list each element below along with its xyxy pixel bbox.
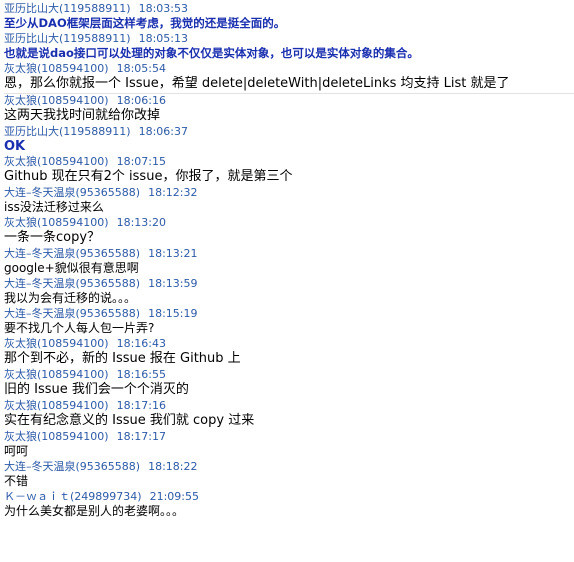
sender-name: 大连–冬天温泉(95365588)	[4, 460, 141, 473]
chat-message: 灰太狼(108594100) 18:16:55 旧的 Issue 我们会一个个消灭…	[0, 368, 574, 399]
sender-name: 灰太狼(108594100)	[4, 430, 109, 443]
message-header: 灰太狼(108594100) 18:16:55	[4, 368, 574, 381]
chat-message: 大连–冬天温泉(95365588) 18:12:32 iss没法迁移过来么	[0, 186, 574, 216]
message-header: 亚历比山大(119588911) 18:05:13	[4, 32, 574, 45]
chat-message: 亚历比山大(119588911) 18:03:53 至少从DAO框架层面这样考虑，…	[0, 2, 574, 32]
message-time: 18:13:59	[148, 277, 198, 290]
message-header: 灰太狼(108594100) 18:16:43	[4, 337, 574, 350]
message-text: 那个到不必，新的 Issue 报在 Github 上	[4, 351, 241, 366]
chat-message: 灰太狼(108594100) 18:16:43 那个到不必，新的 Issue 报在…	[0, 337, 574, 368]
message-header: 大连–冬天温泉(95365588) 18:12:32	[4, 186, 574, 199]
sender-name: 亚历比山大(119588911)	[4, 32, 131, 45]
sender-name: 大连–冬天温泉(95365588)	[4, 186, 141, 199]
message-time: 18:06:37	[138, 125, 188, 138]
message-header: 灰太狼(108594100) 18:13:20	[4, 216, 574, 229]
message-header: 灰太狼(108594100) 18:17:16	[4, 399, 574, 412]
chat-message: 大连–冬天温泉(95365588) 18:15:19 要不找几个人每人包一片弄?	[0, 307, 574, 337]
message-text: 实在有纪念意义的 Issue 我们就 copy 过来	[4, 413, 255, 428]
sender-name: 亚历比山大(119588911)	[4, 2, 131, 15]
message-text: 至少从DAO框架层面这样考虑，我觉的还是挺全面的。	[4, 16, 286, 30]
message-time: 18:17:16	[116, 399, 166, 412]
message-time: 18:07:15	[116, 155, 166, 168]
message-text: 为什么美女都是别人的老婆啊。。。	[4, 504, 185, 518]
chat-message: Ｋ－ｗａｉｔ(249899734) 21:09:55 为什么美女都是别人的老婆啊。…	[0, 490, 574, 520]
message-text: 要不找几个人每人包一片弄?	[4, 321, 155, 335]
chat-message: 灰太狼(108594100) 18:17:17 呵呵	[0, 430, 574, 460]
message-text: 旧的 Issue 我们会一个个消灭的	[4, 382, 189, 397]
message-text: google+貌似很有意思啊	[4, 261, 139, 275]
message-text: OK	[4, 139, 26, 154]
message-text: Github 现在只有2个 issue，你报了，就是第三个	[4, 169, 293, 184]
chat-message: 亚历比山大(119588911) 18:06:37 OK	[0, 125, 574, 155]
message-time: 18:06:16	[116, 94, 166, 107]
chat-message: 大连–冬天温泉(95365588) 18:13:21 google+貌似很有意思啊	[0, 247, 574, 277]
message-time: 18:05:13	[138, 32, 188, 45]
message-time: 18:17:17	[116, 430, 166, 443]
chat-message: 灰太狼(108594100) 18:05:54 恩，那么你就报一个 Issue，希…	[0, 62, 574, 94]
chat-message: 灰太狼(108594100) 18:17:16 实在有纪念意义的 Issue 我们…	[0, 399, 574, 430]
message-time: 18:03:53	[138, 2, 188, 15]
message-header: 亚历比山大(119588911) 18:06:37	[4, 125, 574, 138]
message-text: 这两天我找时间就给你改掉	[4, 108, 161, 123]
chat-message: 大连–冬天温泉(95365588) 18:18:22 不错	[0, 460, 574, 490]
sender-name: Ｋ－ｗａｉｔ(249899734)	[4, 490, 142, 503]
sender-name: 灰太狼(108594100)	[4, 368, 109, 381]
message-text: 我以为会有迁移的说。。。	[4, 291, 137, 305]
message-text: 一条一条copy？	[4, 230, 101, 245]
message-header: 大连–冬天温泉(95365588) 18:13:59	[4, 277, 574, 290]
message-header: 大连–冬天温泉(95365588) 18:15:19	[4, 307, 574, 320]
message-header: 灰太狼(108594100) 18:05:54	[4, 62, 574, 75]
message-time: 18:13:21	[148, 247, 198, 260]
message-time: 18:16:43	[116, 337, 166, 350]
message-header: 灰太狼(108594100) 18:06:16	[4, 94, 574, 107]
message-header: 大连–冬天温泉(95365588) 18:18:22	[4, 460, 574, 473]
message-time: 18:15:19	[148, 307, 198, 320]
chat-message: 灰太狼(108594100) 18:06:16 这两天我找时间就给你改掉	[0, 94, 574, 125]
message-time: 18:12:32	[148, 186, 198, 199]
sender-name: 灰太狼(108594100)	[4, 62, 109, 75]
message-time: 18:05:54	[116, 62, 166, 75]
message-text: iss没法迁移过来么	[4, 200, 104, 214]
message-header: 亚历比山大(119588911) 18:03:53	[4, 2, 574, 15]
chat-message: 大连–冬天温泉(95365588) 18:13:59 我以为会有迁移的说。。。	[0, 277, 574, 307]
sender-name: 灰太狼(108594100)	[4, 399, 109, 412]
message-header: 灰太狼(108594100) 18:17:17	[4, 430, 574, 443]
sender-name: 灰太狼(108594100)	[4, 94, 109, 107]
message-text: 不错	[4, 474, 29, 488]
message-text: 呵呵	[4, 444, 29, 458]
chat-log: 亚历比山大(119588911) 18:03:53 至少从DAO框架层面这样考虑，…	[0, 0, 574, 562]
message-text: 恩，那么你就报一个 Issue，希望 delete|deleteWith|del…	[4, 75, 574, 94]
sender-name: 灰太狼(108594100)	[4, 337, 109, 350]
chat-message: 灰太狼(108594100) 18:13:20 一条一条copy？	[0, 216, 574, 247]
chat-message: 灰太狼(108594100) 18:07:15 Github 现在只有2个 iss…	[0, 155, 574, 186]
sender-name: 灰太狼(108594100)	[4, 216, 109, 229]
message-time: 18:16:55	[116, 368, 166, 381]
chat-message: 亚历比山大(119588911) 18:05:13 也就是说dao接口可以处理的对…	[0, 32, 574, 62]
message-time: 18:18:22	[148, 460, 198, 473]
sender-name: 亚历比山大(119588911)	[4, 125, 131, 138]
message-header: 灰太狼(108594100) 18:07:15	[4, 155, 574, 168]
sender-name: 灰太狼(108594100)	[4, 155, 109, 168]
message-header: Ｋ－ｗａｉｔ(249899734) 21:09:55	[4, 490, 574, 503]
message-time: 18:13:20	[116, 216, 166, 229]
sender-name: 大连–冬天温泉(95365588)	[4, 277, 141, 290]
sender-name: 大连–冬天温泉(95365588)	[4, 307, 141, 320]
message-text: 也就是说dao接口可以处理的对象不仅仅是实体对象，也可以是实体对象的集合。	[4, 46, 419, 60]
sender-name: 大连–冬天温泉(95365588)	[4, 247, 141, 260]
message-time: 21:09:55	[149, 490, 199, 503]
message-header: 大连–冬天温泉(95365588) 18:13:21	[4, 247, 574, 260]
